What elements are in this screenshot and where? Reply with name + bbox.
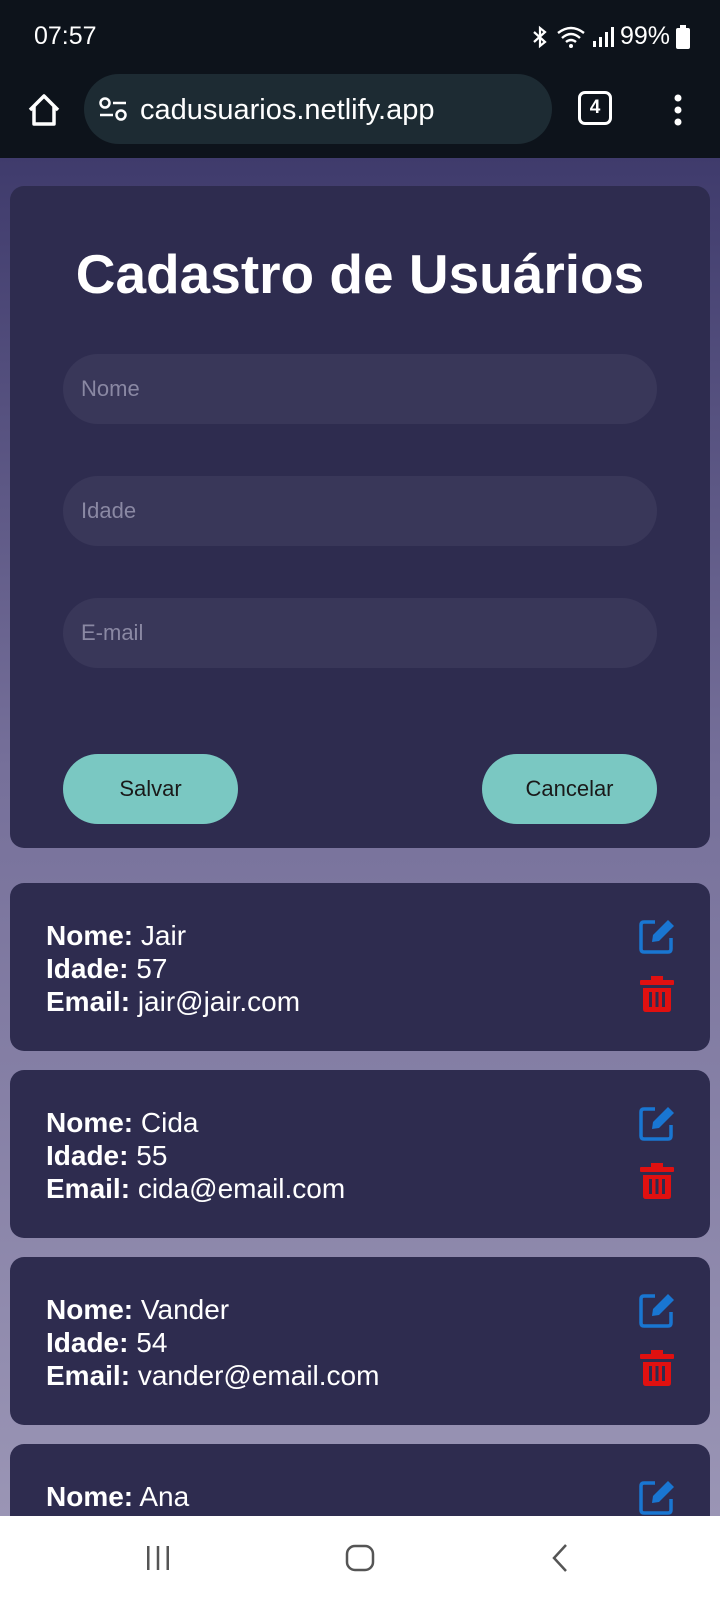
user-age: 54 — [136, 1327, 168, 1358]
email-field[interactable] — [63, 598, 657, 668]
battery-icon — [676, 24, 690, 49]
user-name: Jair — [140, 920, 187, 951]
url-text: cadusuarios.netlify.app — [140, 94, 435, 126]
cancel-button[interactable]: Cancelar — [482, 754, 657, 824]
back-icon[interactable] — [550, 1543, 570, 1573]
user-name-row: Nome: Jair — [46, 919, 300, 952]
age-label: Idade: — [46, 1140, 129, 1171]
user-name: Cida — [140, 1107, 199, 1138]
wifi-icon — [557, 26, 585, 48]
home-icon[interactable] — [24, 90, 64, 130]
user-name: Ana — [139, 1481, 190, 1512]
name-label: Nome: — [46, 920, 134, 951]
recent-apps-icon[interactable] — [144, 1544, 172, 1572]
trash-icon[interactable] — [640, 1349, 674, 1387]
name-label: Nome: — [46, 1481, 134, 1512]
name-label: Nome: — [46, 1294, 134, 1325]
edit-icon[interactable] — [638, 917, 676, 955]
user-name-row: Nome: Vander — [46, 1293, 379, 1326]
user-details: Nome: Vander Idade: 54 Email: vander@ema… — [46, 1293, 379, 1392]
more-menu-icon[interactable] — [666, 90, 690, 130]
user-age: 57 — [136, 953, 168, 984]
tab-switcher-button[interactable]: 4 — [578, 91, 612, 125]
status-icons: 99% — [530, 22, 690, 51]
user-email: vander@email.com — [137, 1360, 380, 1391]
trash-icon[interactable] — [640, 1162, 674, 1200]
age-label: Idade: — [46, 1327, 129, 1358]
save-button[interactable]: Salvar — [63, 754, 238, 824]
user-email: cida@email.com — [137, 1173, 346, 1204]
user-card: Nome: Vander Idade: 54 Email: vander@ema… — [10, 1257, 710, 1425]
user-age-row: Idade: 57 — [46, 952, 300, 985]
user-details: Nome: Ana — [46, 1480, 189, 1513]
user-email: jair@jair.com — [137, 986, 301, 1017]
page-content: Cadastro de Usuários Salvar Cancelar Nom… — [0, 158, 720, 1516]
signal-icon — [592, 26, 614, 47]
address-bar[interactable]: cadusuarios.netlify.app — [84, 74, 552, 144]
age-field[interactable] — [63, 476, 657, 546]
name-label: Nome: — [46, 1107, 134, 1138]
user-details: Nome: Cida Idade: 55 Email: cida@email.c… — [46, 1106, 345, 1205]
user-name: Vander — [140, 1294, 230, 1325]
user-name-row: Nome: Ana — [46, 1480, 189, 1513]
status-time: 07:57 — [34, 22, 97, 50]
edit-icon[interactable] — [638, 1478, 676, 1516]
battery-percent: 99% — [619, 22, 670, 50]
browser-toolbar: cadusuarios.netlify.app 4 — [0, 72, 720, 158]
email-label: Email: — [46, 1173, 131, 1204]
bluetooth-icon — [533, 25, 547, 48]
email-label: Email: — [46, 1360, 131, 1391]
user-age: 55 — [136, 1140, 168, 1171]
user-details: Nome: Jair Idade: 57 Email: jair@jair.co… — [46, 919, 300, 1018]
email-label: Email: — [46, 986, 131, 1017]
page-title: Cadastro de Usuários — [75, 243, 645, 305]
status-bar: 07:57 99% — [0, 0, 720, 72]
edit-icon[interactable] — [638, 1291, 676, 1329]
user-age-row: Idade: 55 — [46, 1139, 345, 1172]
age-label: Idade: — [46, 953, 129, 984]
edit-icon[interactable] — [638, 1104, 676, 1142]
trash-icon[interactable] — [640, 975, 674, 1013]
user-form-card: Cadastro de Usuários Salvar Cancelar — [10, 186, 710, 848]
system-nav-bar — [0, 1516, 720, 1600]
nav-home-icon[interactable] — [345, 1544, 375, 1572]
user-name-row: Nome: Cida — [46, 1106, 345, 1139]
user-email-row: Email: jair@jair.com — [46, 985, 300, 1018]
site-settings-icon[interactable] — [98, 96, 128, 122]
user-card: Nome: Jair Idade: 57 Email: jair@jair.co… — [10, 883, 710, 1051]
user-age-row: Idade: 54 — [46, 1326, 379, 1359]
user-card: Nome: Ana — [10, 1444, 710, 1516]
user-email-row: Email: vander@email.com — [46, 1359, 379, 1392]
user-email-row: Email: cida@email.com — [46, 1172, 345, 1205]
user-card: Nome: Cida Idade: 55 Email: cida@email.c… — [10, 1070, 710, 1238]
name-field[interactable] — [63, 354, 657, 424]
